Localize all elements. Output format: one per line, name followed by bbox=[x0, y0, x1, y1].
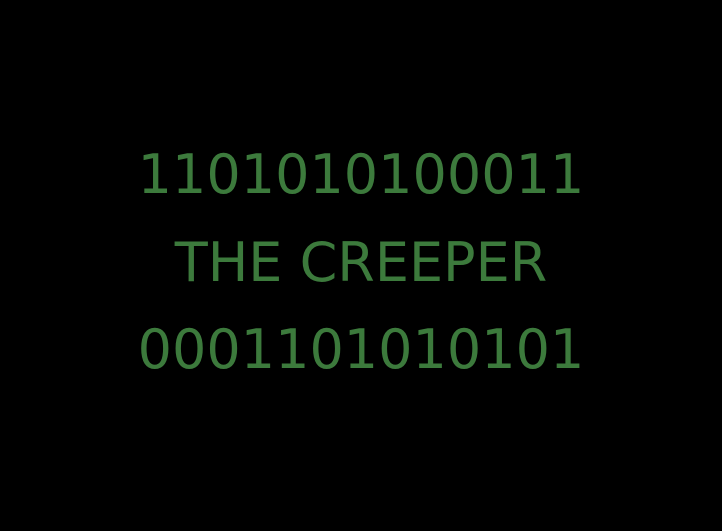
binary-line-top: 1101010100011 bbox=[137, 143, 585, 206]
creeper-title: THE CREEPER bbox=[174, 231, 548, 294]
black-screen: 1101010100011 THE CREEPER 0001101010101 bbox=[0, 0, 722, 531]
binary-line-bottom: 0001101010101 bbox=[137, 318, 585, 381]
